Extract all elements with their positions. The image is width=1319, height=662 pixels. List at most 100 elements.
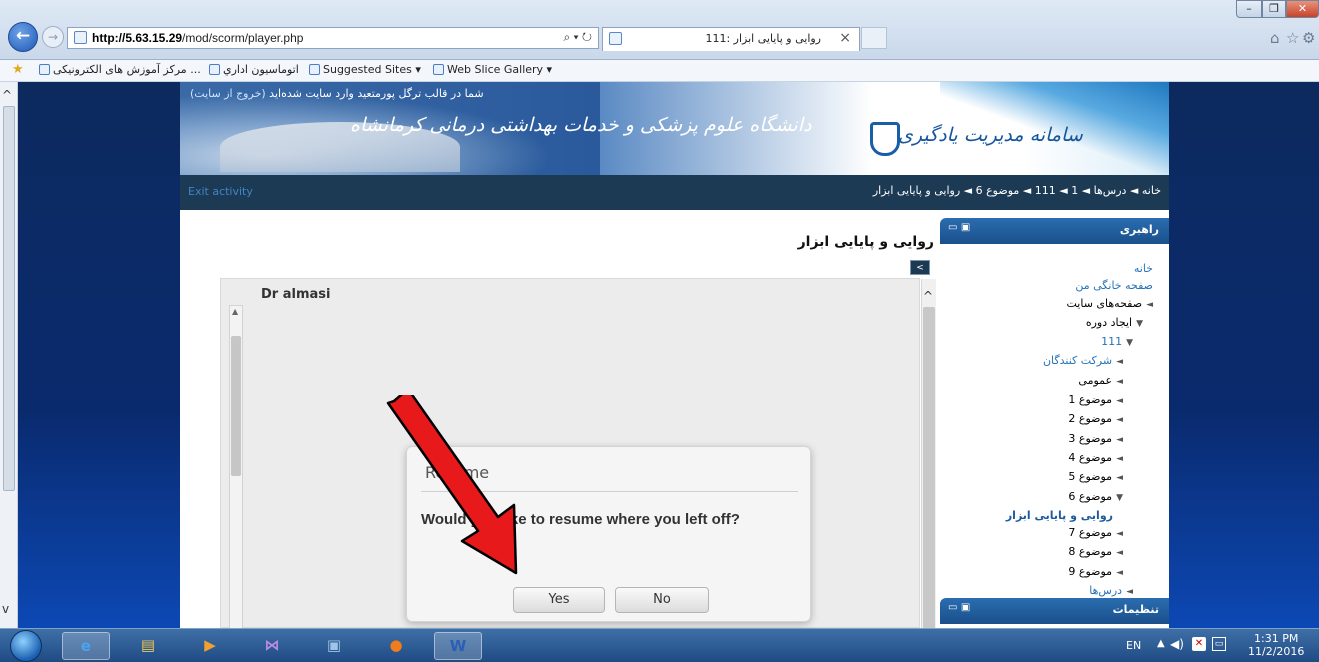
nav-tree-item[interactable]: روایی و پایایی ابزار <box>943 507 1153 524</box>
scroll-up-icon[interactable]: ▲ <box>232 307 238 316</box>
player-title: Dr almasi <box>261 287 331 302</box>
caret-left-icon[interactable]: ◄ <box>1116 357 1123 367</box>
nav-tree-label: موضوع 2 <box>1068 412 1113 426</box>
taskbar-firefox-icon[interactable]: ● <box>372 632 420 660</box>
nav-tree-item[interactable]: ◄عمومی <box>943 372 1153 391</box>
tab-close-icon[interactable]: × <box>839 30 851 46</box>
fav-item-suggested-sites[interactable]: Suggested Sites ▾ <box>306 63 421 76</box>
nav-tree-label: موضوع 5 <box>1068 470 1113 484</box>
fav-item-elearning[interactable]: مرکز آموزش های الکترونیکی ... <box>36 63 201 76</box>
tray-expand-icon[interactable]: ▲ <box>1157 638 1165 649</box>
nav-tree-item[interactable]: ◄شرکت کنندگان <box>943 352 1153 371</box>
taskbar-media-player-icon[interactable]: ▶ <box>186 632 234 660</box>
clock[interactable]: 1:31 PM 11/2/2016 <box>1248 632 1304 658</box>
caret-down-icon[interactable]: ▼ <box>1136 319 1143 329</box>
address-url[interactable]: http://5.63.15.29/mod/scorm/player.php <box>92 31 303 45</box>
caret-left-icon[interactable]: ◄ <box>1116 415 1123 425</box>
taskbar-bowtie-app-icon[interactable]: ⋈ <box>248 632 296 660</box>
forward-button[interactable]: → <box>42 26 64 48</box>
nav-tree-item[interactable]: ▼ایجاد دوره <box>943 314 1153 333</box>
nav-tree-item[interactable]: صفحه خانگی من <box>943 277 1153 294</box>
no-button[interactable]: No <box>615 587 709 613</box>
collapse-toc-button[interactable]: < <box>910 260 930 275</box>
player-inner-scrollbar[interactable]: ▲ <box>229 305 243 629</box>
nav-tree-item[interactable]: ◄موضوع 9 <box>943 563 1153 582</box>
nav-tree-item[interactable]: ▼111 <box>943 333 1153 352</box>
caret-left-icon[interactable]: ◄ <box>1126 587 1133 597</box>
player-scrollbar[interactable]: ^ <box>921 279 936 629</box>
caret-left-icon[interactable]: ◄ <box>1116 529 1123 539</box>
nav-tree-item[interactable]: ◄موضوع 7 <box>943 524 1153 543</box>
fav-item-automation[interactable]: اتوماسیون اداري <box>206 63 299 76</box>
home-icon[interactable]: ⌂ <box>1270 29 1280 47</box>
nav-tree-label: موضوع 4 <box>1068 450 1113 464</box>
yes-button[interactable]: Yes <box>513 587 605 613</box>
caret-down-icon[interactable]: ▼ <box>1116 493 1123 503</box>
block-title: تنظیمات <box>1112 603 1159 616</box>
nav-tree-item[interactable]: خانه <box>943 260 1153 277</box>
nav-tree-item[interactable]: ◄موضوع 5 <box>943 468 1153 487</box>
settings-block-header[interactable]: تنظیمات ▣ ▭ <box>940 598 1169 624</box>
network-icon[interactable]: ▭ <box>1212 637 1226 651</box>
navigation-block-header[interactable]: راهبری ▣ ▭ <box>940 218 1169 244</box>
login-text: شما در قالب ترگل پورمتعید وارد سایت شده‌… <box>269 87 484 100</box>
nav-tree-item[interactable]: ▼موضوع 6 <box>943 488 1153 507</box>
page-icon <box>74 31 87 44</box>
nav-tree-item[interactable]: ◄موضوع 1 <box>943 391 1153 410</box>
taskbar-word-icon[interactable]: W <box>434 632 482 660</box>
favorites-bar: ★ مرکز آموزش های الکترونیکی ... اتوماسیو… <box>0 60 1319 82</box>
nav-tree-item[interactable]: ◄صفحه‌های سایت <box>943 295 1153 314</box>
nav-tree-item[interactable]: ◄موضوع 3 <box>943 430 1153 449</box>
address-bar[interactable]: http://5.63.15.29/mod/scorm/player.php ⌕… <box>67 27 599 49</box>
gear-icon[interactable]: ⚙ <box>1302 29 1315 47</box>
caret-left-icon[interactable]: ◄ <box>1116 377 1123 387</box>
caret-left-icon[interactable]: ◄ <box>1116 435 1123 445</box>
nav-tree-item[interactable]: ◄موضوع 2 <box>943 410 1153 429</box>
taskbar-internet-explorer-icon[interactable]: e <box>62 632 110 660</box>
caret-left-icon[interactable]: ◄ <box>1116 473 1123 483</box>
start-button[interactable] <box>10 630 42 662</box>
address-tools[interactable]: ⌕ ▾ ↻ <box>563 30 592 45</box>
taskbar-file-explorer-icon[interactable]: ▤ <box>124 632 172 660</box>
volume-icon[interactable]: ◀) <box>1170 637 1184 651</box>
clock-date: 11/2/2016 <box>1248 645 1305 658</box>
logout-link[interactable]: (خروج از سایت) <box>190 87 266 100</box>
scroll-thumb[interactable] <box>231 336 241 476</box>
url-host: http://5.63.15.29 <box>92 31 183 45</box>
language-indicator[interactable]: EN <box>1126 639 1141 652</box>
block-dock-icons[interactable]: ▣ ▭ <box>948 222 970 233</box>
new-tab-button[interactable] <box>861 27 887 49</box>
window-scrollbar[interactable]: ^ v <box>0 82 18 628</box>
caret-left-icon[interactable]: ◄ <box>1116 454 1123 464</box>
close-button[interactable]: ✕ <box>1286 0 1319 18</box>
caret-left-icon[interactable]: ◄ <box>1116 568 1123 578</box>
caret-left-icon[interactable]: ◄ <box>1116 548 1123 558</box>
block-dock-icons[interactable]: ▣ ▭ <box>948 602 970 613</box>
breadcrumb[interactable]: خانه ◄ درس‌ها ◄ 1 ◄ 111 ◄ موضوع 6 ◄ روای… <box>873 184 1161 197</box>
scroll-thumb[interactable] <box>923 307 935 629</box>
favorites-star-icon[interactable]: ☆ <box>1286 29 1299 47</box>
minimize-button[interactable]: – <box>1236 0 1262 18</box>
caret-left-icon[interactable]: ◄ <box>1116 396 1123 406</box>
tab-title: روایی و پایایی ابزار :111 <box>705 32 821 45</box>
action-center-flag-icon[interactable]: ✕ <box>1192 637 1206 651</box>
fav-label: مرکز آموزش های الکترونیکی ... <box>53 63 201 76</box>
caret-down-icon[interactable]: ▼ <box>1126 338 1133 348</box>
exit-activity-link[interactable]: Exit activity <box>188 185 253 198</box>
scroll-down-icon[interactable]: v <box>2 602 9 616</box>
nav-tree-label: 111 <box>1101 335 1123 349</box>
chevron-up-icon[interactable]: ^ <box>923 289 933 303</box>
favorites-star-add-icon[interactable]: ★ <box>12 62 24 77</box>
taskbar-kmplayer-icon[interactable]: ▣ <box>310 632 358 660</box>
nav-tree-item[interactable]: ◄موضوع 4 <box>943 449 1153 468</box>
clock-time: 1:31 PM <box>1254 632 1299 645</box>
maximize-button[interactable]: ❐ <box>1262 0 1286 18</box>
system-tray: EN ▲ ◀) ✕ ▭ 1:31 PM 11/2/2016 <box>1120 629 1319 662</box>
fav-item-web-slice-gallery[interactable]: Web Slice Gallery ▾ <box>430 63 552 76</box>
nav-tree-item[interactable]: ◄موضوع 8 <box>943 543 1153 562</box>
scroll-thumb[interactable] <box>3 106 15 491</box>
caret-left-icon[interactable]: ◄ <box>1146 300 1153 310</box>
back-button[interactable]: ← <box>8 22 38 52</box>
scroll-up-icon[interactable]: ^ <box>2 88 12 102</box>
browser-tab[interactable]: روایی و پایایی ابزار :111 × <box>602 27 860 51</box>
